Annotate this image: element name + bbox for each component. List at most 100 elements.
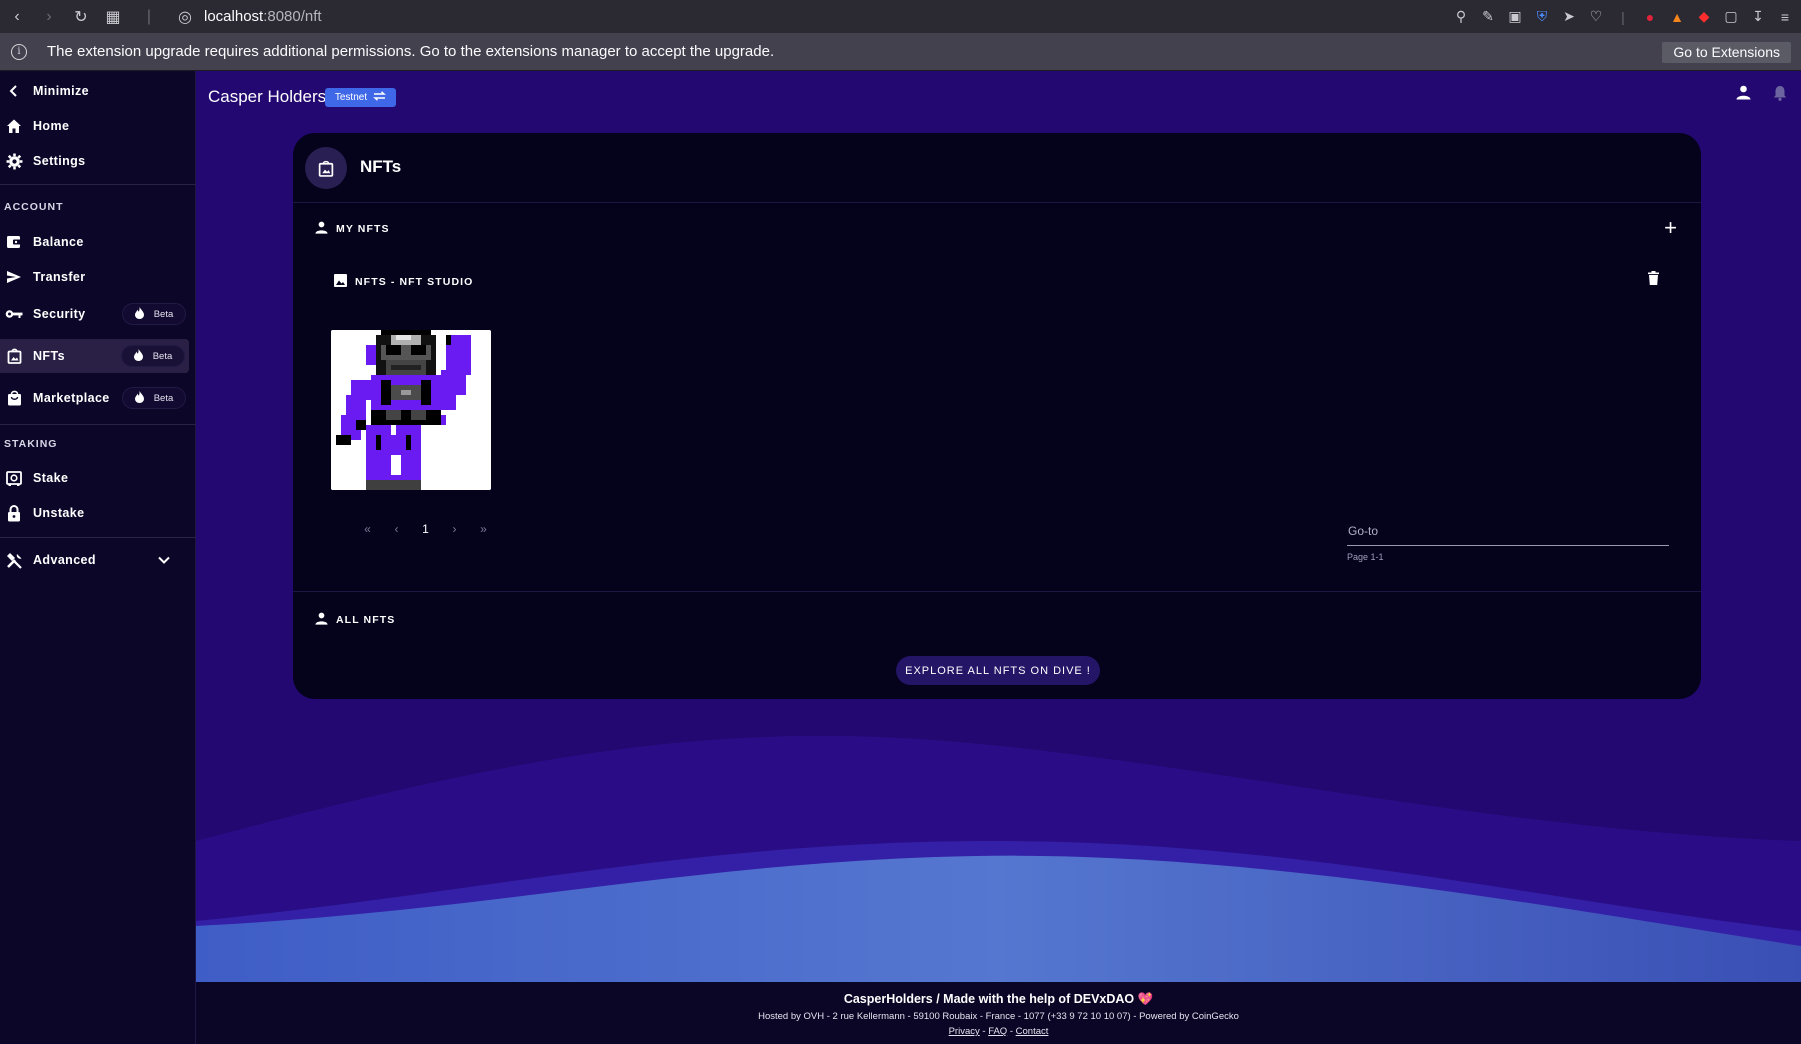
downloads-icon[interactable]: ↧ bbox=[1750, 8, 1766, 25]
url-path: :8080/nft bbox=[263, 8, 322, 25]
browser-toolbar: ‹ › ↻ ▦ | ◎ localhost:8080/nft ⚲ ✎ ▣ ⛨ ➤… bbox=[0, 0, 1801, 33]
sidebar-item-unstake[interactable]: Unstake bbox=[0, 496, 196, 530]
url-host: localhost bbox=[204, 8, 264, 25]
gear-icon bbox=[5, 152, 23, 170]
my-nfts-heading: MY NFTS bbox=[315, 221, 390, 237]
browser-nav: ‹ › ↻ ▦ | ◎ bbox=[0, 7, 196, 27]
nft-bag-icon bbox=[305, 147, 347, 189]
reload-icon[interactable]: ↻ bbox=[70, 7, 92, 27]
shield-icon[interactable]: ⛨ bbox=[1534, 8, 1550, 25]
screenshot-icon[interactable]: ▣ bbox=[1507, 8, 1523, 25]
main-content: Casper Holders Testnet NFTs MY NFTS + NF… bbox=[196, 71, 1801, 982]
goto-page-hint: Page 1-1 bbox=[1347, 552, 1384, 562]
edit-icon[interactable]: ✎ bbox=[1480, 8, 1496, 25]
home-icon bbox=[5, 117, 23, 135]
sidebar-item-advanced[interactable]: Advanced bbox=[0, 543, 196, 577]
privacy-link[interactable]: Privacy bbox=[949, 1026, 980, 1037]
casper-signer-icon[interactable]: ◆ bbox=[1696, 8, 1712, 25]
flame-icon bbox=[133, 348, 143, 364]
go-to-extensions-button[interactable]: Go to Extensions bbox=[1662, 42, 1791, 63]
sidebar-item-settings[interactable]: Settings bbox=[0, 144, 196, 178]
footer-links: Privacy - FAQ - Contact bbox=[948, 1026, 1049, 1037]
sidebar-item-transfer[interactable]: Transfer bbox=[0, 260, 196, 294]
zoom-icon[interactable]: ⚲ bbox=[1453, 8, 1469, 25]
app-title: Casper Holders bbox=[208, 87, 327, 106]
nfts-card: NFTs MY NFTS + NFTS - NFT STUDIO « ‹ 1 ›… bbox=[293, 133, 1701, 699]
notifications-bell-icon[interactable] bbox=[1773, 85, 1787, 106]
next-page-icon[interactable]: › bbox=[440, 522, 469, 536]
delete-icon[interactable] bbox=[1648, 271, 1659, 290]
sidebar-item-marketplace[interactable]: Marketplace Beta bbox=[0, 381, 196, 415]
sidebar-item-label: Advanced bbox=[33, 553, 96, 567]
heart-icon[interactable]: ♡ bbox=[1588, 8, 1604, 25]
section-label: NFTS - NFT STUDIO bbox=[355, 276, 474, 288]
info-icon: i bbox=[11, 43, 27, 60]
extension-notification-bar: i The extension upgrade requires additio… bbox=[0, 33, 1801, 71]
collection-heading: NFTS - NFT STUDIO bbox=[334, 274, 473, 290]
sidebar-item-label: Transfer bbox=[33, 270, 86, 284]
decorative-waves bbox=[196, 735, 1801, 982]
image-icon bbox=[334, 274, 347, 290]
forward-icon[interactable]: › bbox=[38, 8, 60, 26]
url-bar[interactable]: localhost:8080/nft bbox=[204, 8, 322, 25]
safe-icon bbox=[5, 469, 23, 487]
prev-page-icon[interactable]: ‹ bbox=[382, 522, 411, 536]
beta-label: Beta bbox=[153, 308, 174, 320]
pagination: « ‹ 1 › » bbox=[353, 522, 498, 536]
beta-badge: Beta bbox=[122, 303, 186, 325]
add-icon[interactable]: + bbox=[1664, 217, 1677, 239]
site-globe-icon: ◎ bbox=[178, 8, 192, 26]
card-title: NFTs bbox=[360, 157, 402, 176]
metamask-icon[interactable]: ▲ bbox=[1669, 9, 1685, 25]
sidebar-item-label: Stake bbox=[33, 471, 69, 485]
sidebar-item-nfts[interactable]: NFTs Beta bbox=[0, 339, 189, 373]
tools-icon bbox=[5, 551, 23, 569]
tabs-grid-icon[interactable]: ▦ bbox=[102, 7, 124, 27]
toolbar-divider: | bbox=[146, 7, 152, 25]
network-switch-badge[interactable]: Testnet bbox=[325, 88, 396, 107]
beta-label: Beta bbox=[153, 392, 174, 404]
browser-tools: ⚲ ✎ ▣ ⛨ ➤ ♡ | ● ▲ ◆ ▢ ↧ ≡ bbox=[1453, 0, 1793, 33]
send-icon[interactable]: ➤ bbox=[1561, 8, 1577, 25]
current-page[interactable]: 1 bbox=[411, 522, 440, 536]
extensions-cube-icon[interactable]: ▢ bbox=[1723, 8, 1739, 25]
send-icon bbox=[5, 268, 23, 286]
last-page-icon[interactable]: » bbox=[469, 522, 498, 536]
nft-bag-icon bbox=[5, 347, 23, 365]
sidebar-divider bbox=[0, 184, 196, 185]
beta-badge: Beta bbox=[122, 387, 186, 409]
sidebar-item-label: Marketplace bbox=[33, 391, 110, 405]
sidebar-item-label: Security bbox=[33, 307, 86, 321]
back-icon[interactable]: ‹ bbox=[6, 8, 28, 26]
sidebar-item-stake[interactable]: Stake bbox=[0, 461, 196, 495]
footer: CasperHolders / Made with the help of DE… bbox=[196, 982, 1801, 1044]
network-label: Testnet bbox=[334, 92, 368, 103]
account-icon[interactable] bbox=[1736, 85, 1751, 106]
card-header: NFTs bbox=[293, 133, 1701, 203]
chevron-left-icon bbox=[5, 82, 23, 100]
sidebar-item-security[interactable]: Security Beta bbox=[0, 297, 196, 331]
first-page-icon[interactable]: « bbox=[353, 522, 382, 536]
faq-link[interactable]: FAQ bbox=[988, 1026, 1007, 1037]
nft-card-image[interactable] bbox=[331, 330, 491, 490]
footer-credits: CasperHolders / Made with the help of DE… bbox=[843, 992, 1154, 1006]
sidebar-item-balance[interactable]: Balance bbox=[0, 225, 196, 259]
sidebar-item-label: NFTs bbox=[33, 349, 65, 363]
extension-red-icon[interactable]: ● bbox=[1642, 9, 1658, 25]
beta-badge: Beta bbox=[121, 345, 185, 367]
sidebar-divider bbox=[0, 537, 196, 538]
sidebar-item-home[interactable]: Home bbox=[0, 109, 196, 143]
contact-link[interactable]: Contact bbox=[1016, 1026, 1049, 1037]
chevron-down-icon bbox=[158, 553, 170, 567]
sidebar-item-label: Home bbox=[33, 119, 70, 133]
menu-icon[interactable]: ≡ bbox=[1777, 9, 1793, 25]
sidebar-item-minimize[interactable]: Minimize bbox=[0, 74, 196, 108]
person-icon bbox=[315, 612, 328, 628]
sidebar-item-label: Settings bbox=[33, 154, 86, 168]
explore-all-nfts-button[interactable]: EXPLORE ALL NFTS ON DIVE ! bbox=[896, 656, 1100, 685]
sidebar-item-label: Minimize bbox=[33, 84, 89, 98]
goto-page-input[interactable]: Go-to bbox=[1347, 524, 1669, 546]
pixel-art-nft bbox=[331, 330, 491, 490]
person-icon bbox=[315, 221, 328, 237]
section-divider bbox=[293, 591, 1701, 592]
